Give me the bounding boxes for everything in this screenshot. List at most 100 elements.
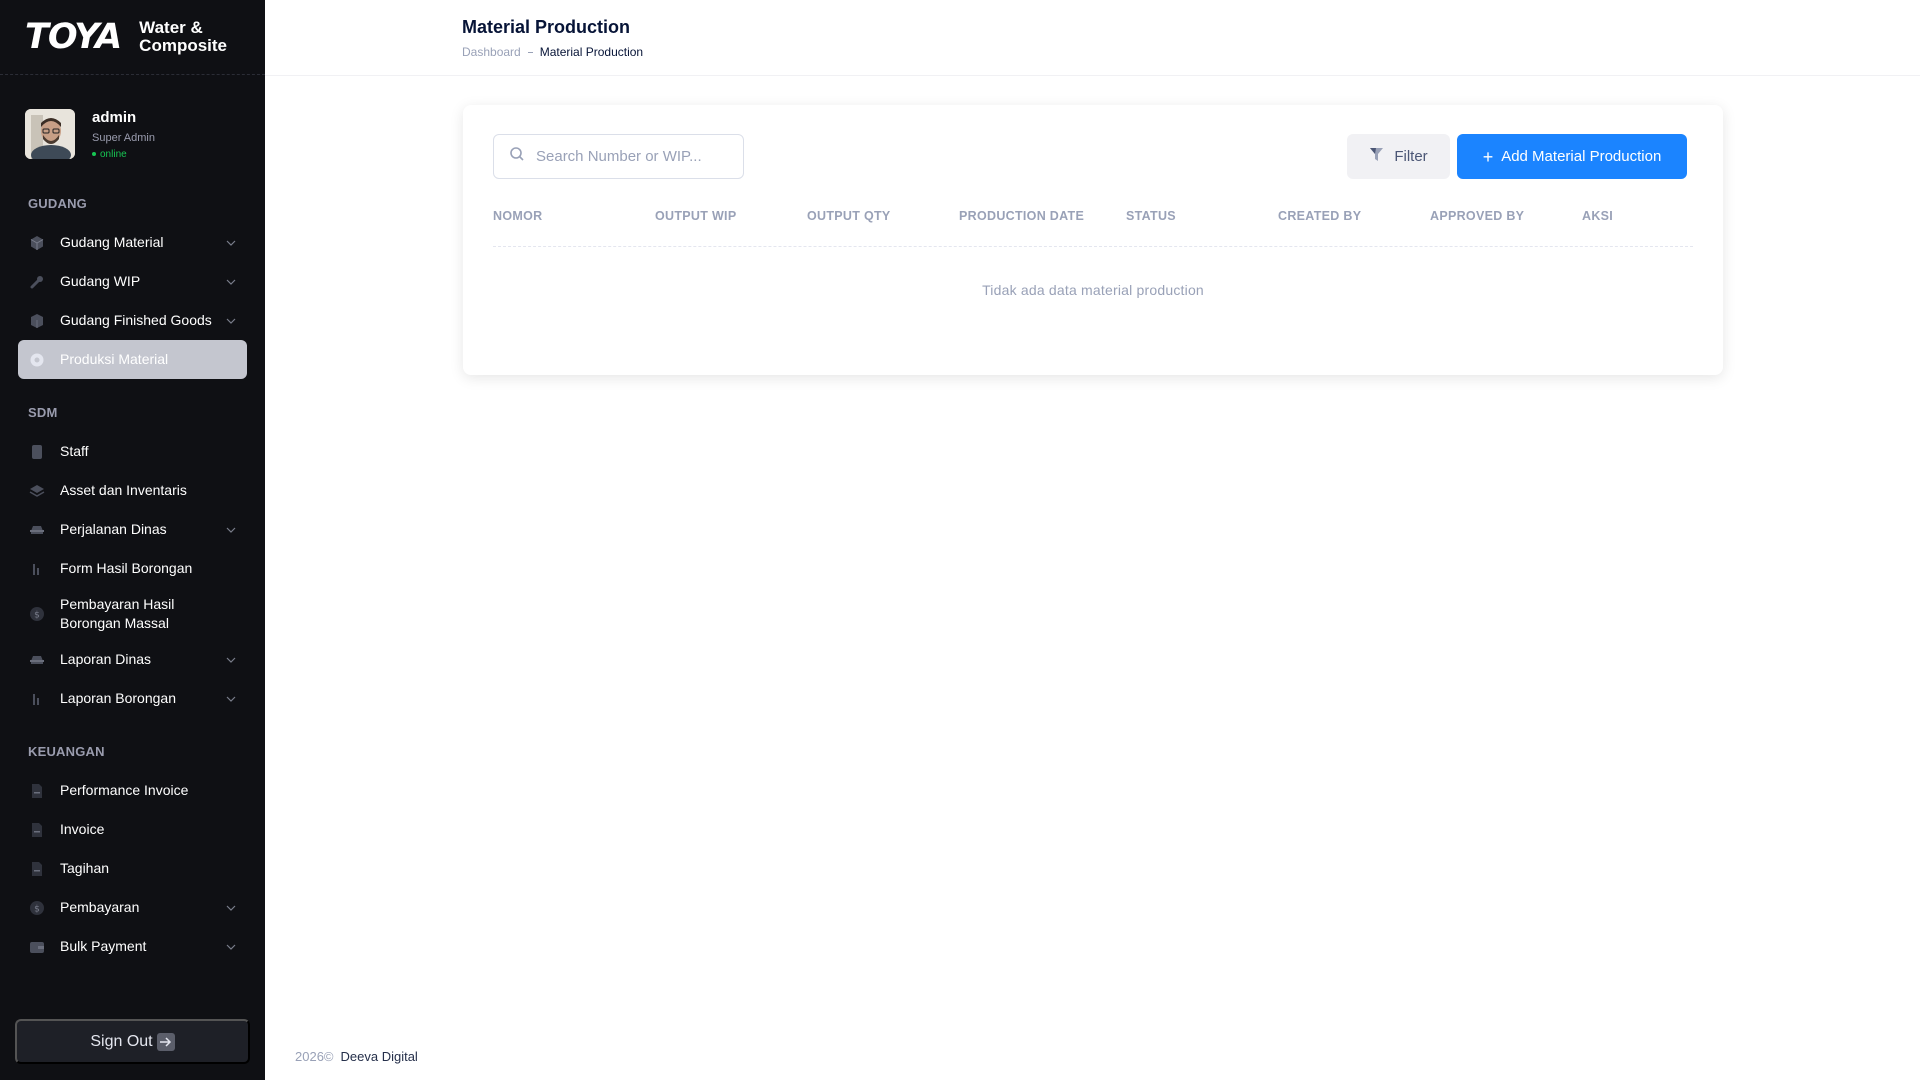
sidebar-item-label: Perjalanan Dinas xyxy=(60,521,167,537)
table-toolbar: Filter + Add Material Production xyxy=(493,134,1693,179)
nav-group-sdm: SDM Staff Asset dan Inventaris Perjalana… xyxy=(0,405,265,718)
user-name: admin xyxy=(92,108,137,126)
profile-info: admin Super Admin online xyxy=(92,109,155,160)
sidebar-item-label: Invoice xyxy=(60,821,105,837)
brand-line-2: Composite xyxy=(139,36,228,55)
sidebar-item-pembayaran-hasil-borongan-massal[interactable]: $ Pembayaran Hasil Borongan Massal xyxy=(18,588,247,640)
document-icon xyxy=(28,782,46,800)
column-header-production-date[interactable]: PRODUCTION DATE xyxy=(959,209,1126,223)
brand-logo[interactable]: TOYA Water & Composite xyxy=(0,0,265,75)
sidebar-item-tagihan[interactable]: Tagihan xyxy=(18,849,247,888)
wallet-icon xyxy=(28,938,46,956)
nav-group-gudang: GUDANG Gudang Material Gudang WIP Gudang… xyxy=(0,196,265,379)
sidebar-item-label: Pembayaran Hasil Borongan Massal xyxy=(60,596,175,631)
sidebar-item-perjalanan-dinas[interactable]: Perjalanan Dinas xyxy=(18,510,247,549)
breadcrumb-current: Material Production xyxy=(539,45,644,59)
nav-group-keuangan: KEUANGAN Performance Invoice Invoice Tag… xyxy=(0,744,265,966)
plus-icon: + xyxy=(1482,146,1494,167)
document-icon xyxy=(28,821,46,839)
sidebar-item-label: Tagihan xyxy=(60,860,110,876)
chevron-down-icon xyxy=(225,902,237,914)
sidebar-item-invoice[interactable]: Invoice xyxy=(18,810,247,849)
user-icon xyxy=(28,443,46,461)
empty-state-message: Tidak ada data material production xyxy=(982,282,1204,298)
nav-section-title: GUDANG xyxy=(28,196,87,211)
sidebar-item-staff[interactable]: Staff xyxy=(18,432,247,471)
user-profile[interactable]: admin Super Admin online xyxy=(0,75,265,175)
sidebar-item-label: Gudang Material xyxy=(60,234,164,250)
column-header-output-wip[interactable]: OUTPUT WIP xyxy=(655,209,807,223)
sidebar-item-label: Produksi Material xyxy=(60,351,169,367)
breadcrumb: Dashboard Material Production xyxy=(462,45,1920,59)
sidebar-item-produksi-material[interactable]: Produksi Material xyxy=(18,340,247,379)
column-header-nomor[interactable]: NOMOR xyxy=(493,209,655,223)
page-title: Material Production xyxy=(462,17,631,37)
add-material-production-button[interactable]: + Add Material Production xyxy=(1457,134,1687,179)
toolbar-actions: Filter + Add Material Production xyxy=(1347,134,1687,179)
sidebar-item-label: Asset dan Inventaris xyxy=(60,482,187,498)
chevron-down-icon xyxy=(225,276,237,288)
car-icon xyxy=(28,521,46,539)
dollar-icon: $ xyxy=(28,605,46,623)
sidebar-item-performance-invoice[interactable]: Performance Invoice xyxy=(18,771,247,810)
filter-label: Filter xyxy=(1394,148,1428,165)
sidebar-item-asset-inventaris[interactable]: Asset dan Inventaris xyxy=(18,471,247,510)
app-root: TOYA Water & Composite admin Super Admin… xyxy=(0,0,1920,1080)
sidebar-item-laporan-borongan[interactable]: Laporan Borongan xyxy=(18,679,247,718)
sign-out-label: Sign Out xyxy=(90,1032,153,1050)
column-header-created-by[interactable]: CREATED BY xyxy=(1278,209,1430,223)
chart-icon xyxy=(28,690,46,708)
online-status: online xyxy=(92,149,155,160)
sidebar-item-gudang-finished-goods[interactable]: Gudang Finished Goods xyxy=(18,301,247,340)
nav-section-title: KEUANGAN xyxy=(28,744,105,759)
column-header-aksi: AKSI xyxy=(1582,209,1614,223)
footer-year: 2026© xyxy=(295,1049,334,1064)
footer-company-link[interactable]: Deeva Digital xyxy=(341,1049,418,1064)
sidebar-item-label: Gudang Finished Goods xyxy=(60,312,212,328)
chart-icon xyxy=(28,560,46,578)
breadcrumb-dashboard[interactable]: Dashboard xyxy=(462,45,521,59)
sidebar-item-label: Laporan Dinas xyxy=(60,651,152,667)
sidebar-item-bulk-payment[interactable]: Bulk Payment xyxy=(18,927,247,966)
column-header-approved-by[interactable]: APPROVED BY xyxy=(1430,209,1582,223)
footer: 2026© Deeva Digital xyxy=(295,1049,418,1064)
column-header-output-qty[interactable]: OUTPUT QTY xyxy=(807,209,959,223)
search-input[interactable] xyxy=(536,148,726,165)
material-production-card: Filter + Add Material Production NOMOR O… xyxy=(463,105,1723,375)
sidebar-item-form-hasil-borongan[interactable]: Form Hasil Borongan xyxy=(18,549,247,588)
sidebar-item-gudang-wip[interactable]: Gudang WIP xyxy=(18,262,247,301)
material-production-table: NOMOR OUTPUT WIP OUTPUT QTY PRODUCTION D… xyxy=(493,209,1693,298)
nav-section-title: SDM xyxy=(28,405,58,420)
sidebar-item-gudang-material[interactable]: Gudang Material xyxy=(18,223,247,262)
brand-tagline: Water & Composite xyxy=(139,19,227,55)
main-content: Material Production Dashboard Material P… xyxy=(265,0,1920,1080)
dollar-icon: $ xyxy=(28,899,46,917)
filter-button[interactable]: Filter xyxy=(1347,134,1450,179)
table-header: NOMOR OUTPUT WIP OUTPUT QTY PRODUCTION D… xyxy=(493,209,1693,247)
cog-icon xyxy=(28,351,46,369)
box-icon xyxy=(28,312,46,330)
svg-text:$: $ xyxy=(34,611,40,621)
user-role: Super Admin xyxy=(92,131,155,144)
svg-text:$: $ xyxy=(34,904,40,914)
avatar xyxy=(25,109,75,159)
column-header-status[interactable]: STATUS xyxy=(1126,209,1278,223)
chevron-down-icon xyxy=(225,524,237,536)
brand-line-1: Water & xyxy=(139,18,203,37)
add-label: Add Material Production xyxy=(1501,148,1662,165)
search-box[interactable] xyxy=(493,134,744,179)
wrench-icon xyxy=(28,273,46,291)
sign-out-icon xyxy=(156,1032,175,1051)
sidebar-item-pembayaran[interactable]: $ Pembayaran xyxy=(18,888,247,927)
filter-icon xyxy=(1369,147,1384,166)
chevron-down-icon xyxy=(225,654,237,666)
sidebar-item-label: Staff xyxy=(60,443,89,459)
sign-out-button[interactable]: Sign Out xyxy=(15,1019,250,1064)
sidebar-item-label: Pembayaran xyxy=(60,899,140,915)
chevron-down-icon xyxy=(225,693,237,705)
sidebar-item-laporan-dinas[interactable]: Laporan Dinas xyxy=(18,640,247,679)
cube-icon xyxy=(28,234,46,252)
sidebar-item-label: Gudang WIP xyxy=(60,273,141,289)
sidebar-item-label: Performance Invoice xyxy=(60,782,189,798)
breadcrumb-separator xyxy=(527,51,533,53)
